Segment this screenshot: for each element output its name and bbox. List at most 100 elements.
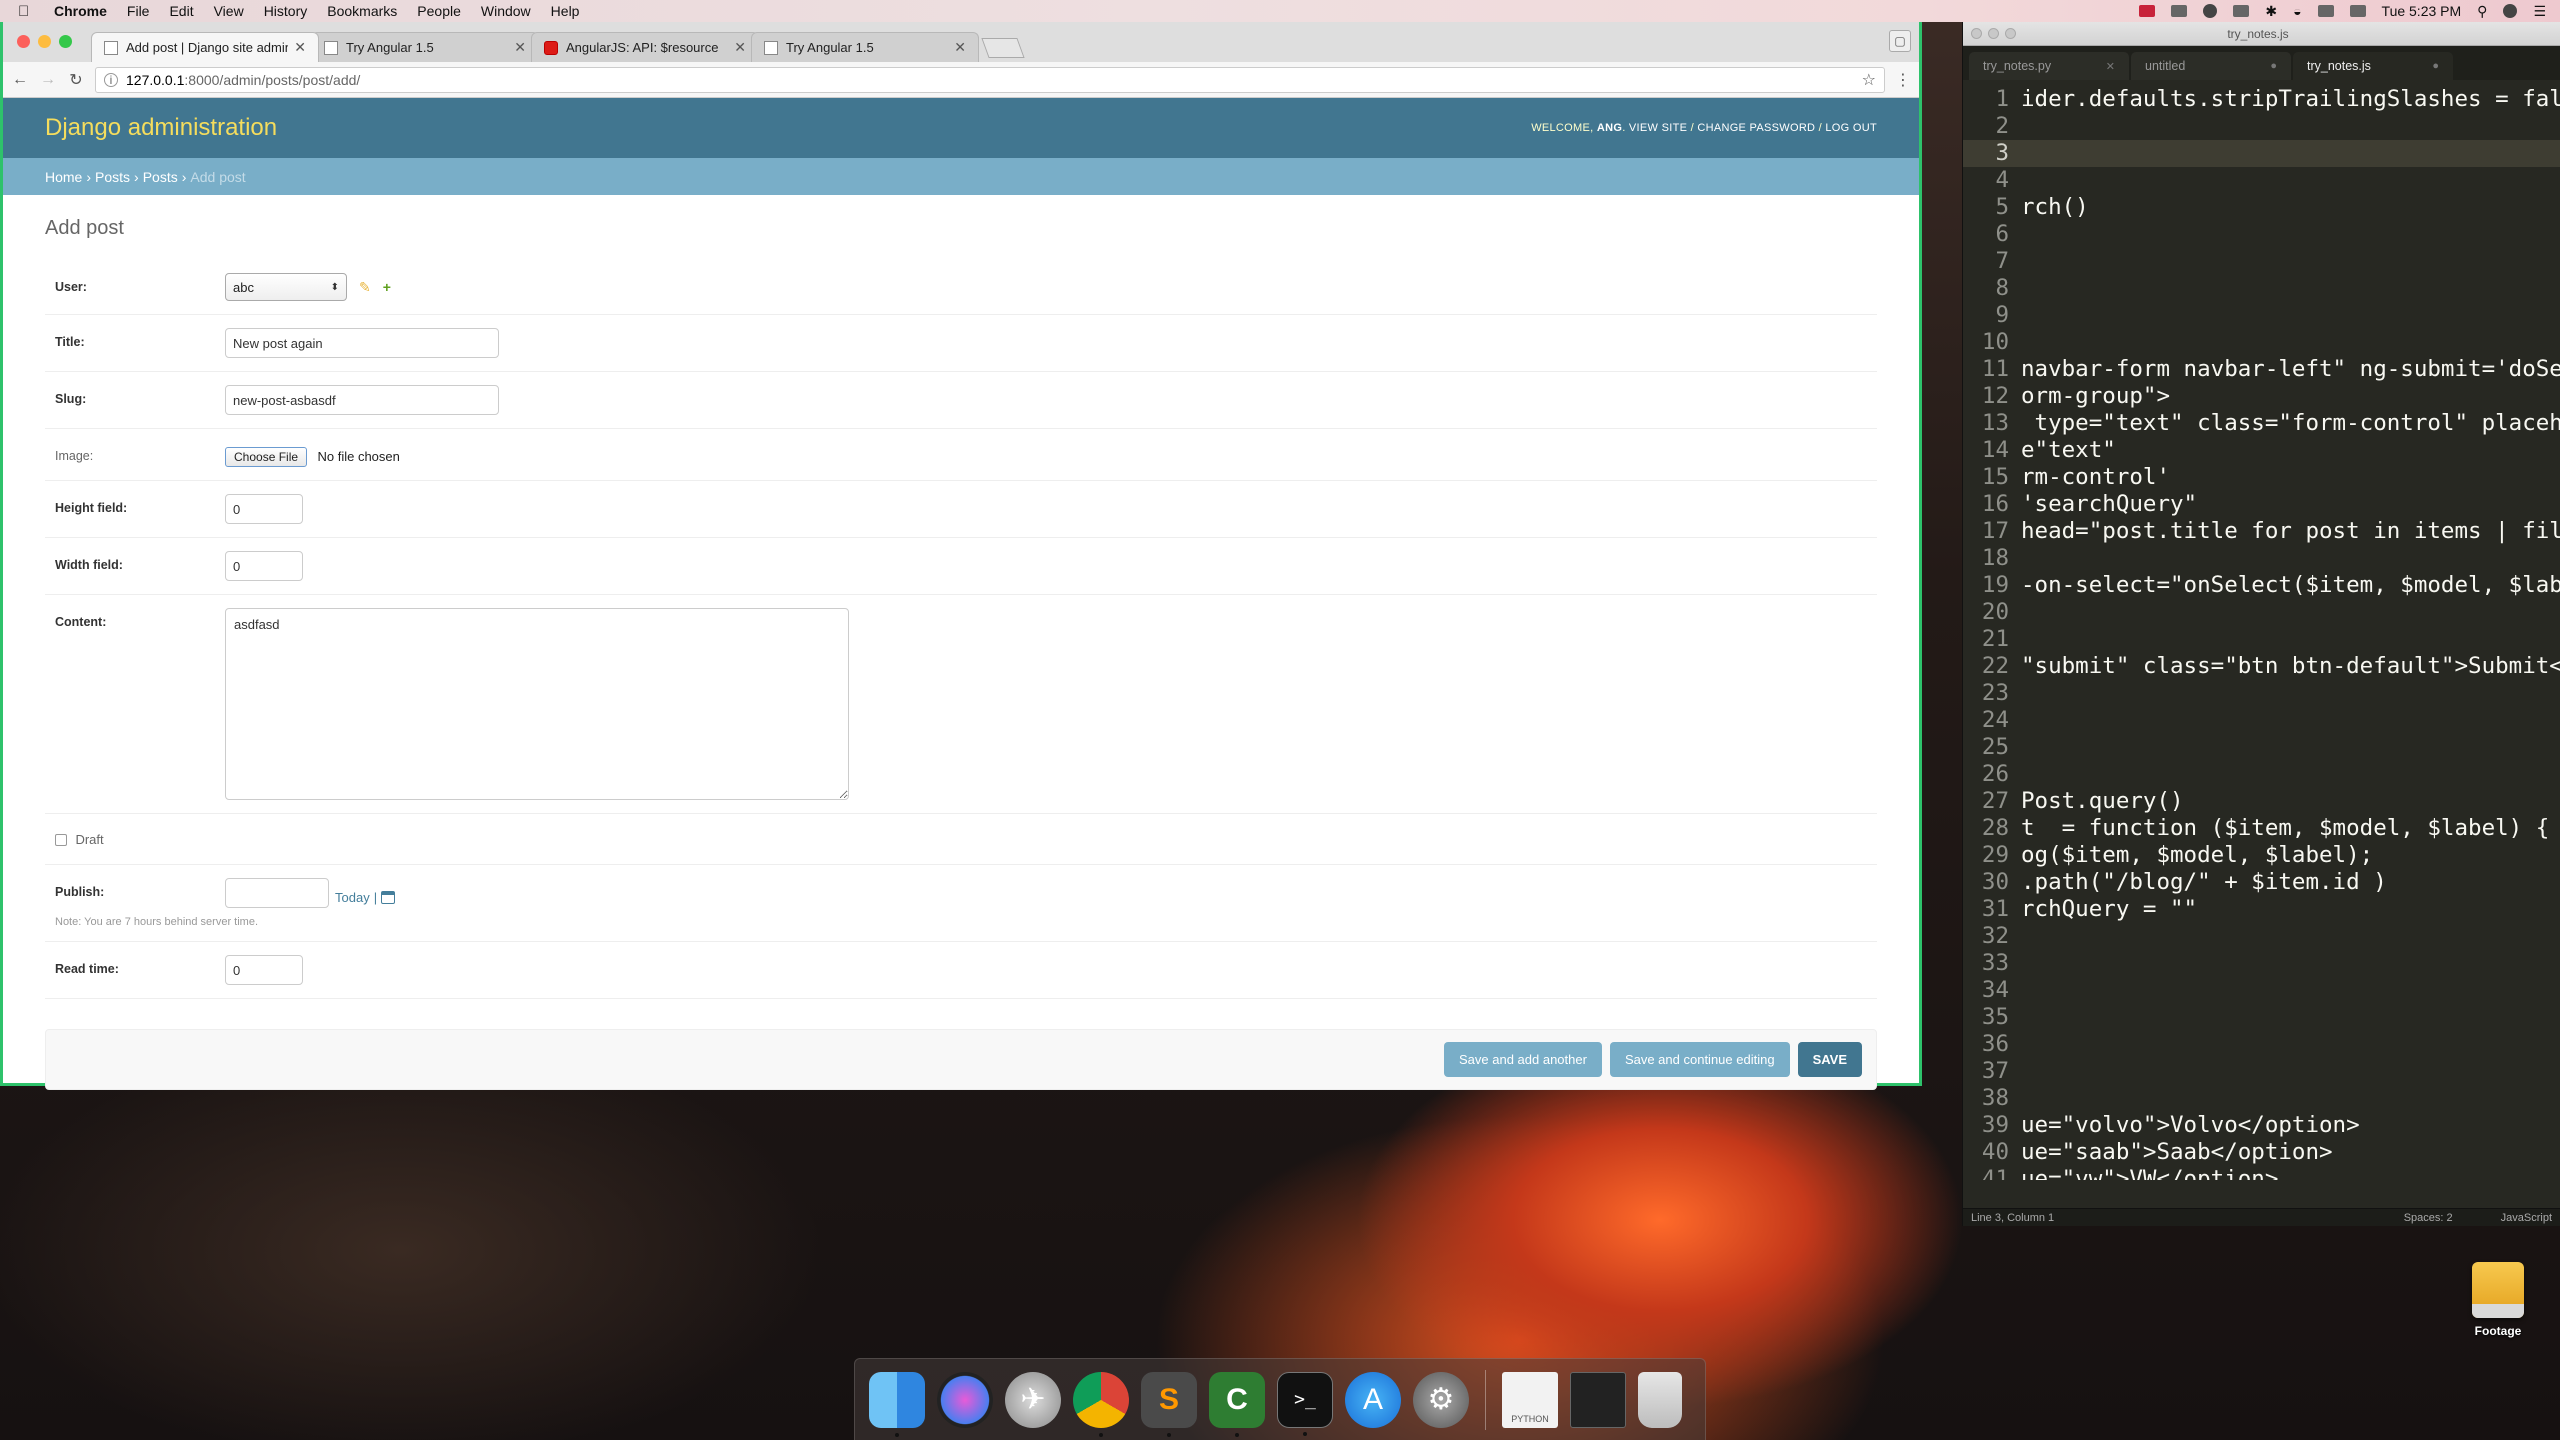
- chrome-menu-icon[interactable]: ⋮: [1895, 70, 1911, 90]
- publish-date-input[interactable]: [225, 878, 329, 908]
- code-line[interactable]: 40 ue="saab">Saab</option>: [1963, 1139, 2560, 1166]
- code-line[interactable]: 19 -on-select="onSelect($item, $model, $l…: [1963, 572, 2560, 599]
- height-field-input[interactable]: [225, 494, 303, 524]
- code-line[interactable]: 41 ue="vw">VW</option>: [1963, 1166, 2560, 1180]
- code-line[interactable]: 32: [1963, 923, 2560, 950]
- code-line[interactable]: 31 rchQuery = "": [1963, 896, 2560, 923]
- finder-icon[interactable]: [869, 1371, 925, 1437]
- wifi-icon[interactable]: ◒: [2293, 3, 2301, 19]
- draft-label[interactable]: Draft: [75, 832, 103, 847]
- browser-tab-try-angular[interactable]: Try Angular 1.5 ✕: [311, 32, 539, 62]
- code-line[interactable]: 37: [1963, 1058, 2560, 1085]
- view-site-link[interactable]: VIEW SITE: [1629, 122, 1687, 134]
- new-tab-button[interactable]: [981, 38, 1025, 58]
- calendar-icon[interactable]: [381, 890, 396, 904]
- breadcrumb-posts-model[interactable]: Posts: [143, 169, 178, 185]
- edit-related-pencil-icon[interactable]: ✎: [359, 279, 371, 296]
- editor-tab-try-notes-js[interactable]: try_notes.js ●: [2293, 52, 2453, 80]
- sync-icon[interactable]: [2171, 5, 2188, 17]
- menu-app-chrome[interactable]: Chrome: [54, 3, 107, 19]
- save-button[interactable]: SAVE: [1797, 1042, 1862, 1077]
- code-line[interactable]: 17 head="post.title for post in items | f…: [1963, 518, 2560, 545]
- add-related-plus-icon[interactable]: +: [383, 279, 391, 296]
- airplay-icon[interactable]: [2317, 5, 2334, 17]
- code-line[interactable]: 26: [1963, 761, 2560, 788]
- launchpad-icon[interactable]: ✈: [1005, 1371, 1061, 1428]
- save-and-add-another-button[interactable]: Save and add another: [1444, 1042, 1602, 1077]
- change-password-link[interactable]: CHANGE PASSWORD: [1697, 122, 1815, 134]
- code-line[interactable]: 24: [1963, 707, 2560, 734]
- unsaved-dot-icon[interactable]: ●: [2432, 60, 2439, 72]
- code-line[interactable]: 27 Post.query(): [1963, 788, 2560, 815]
- zoom-window-button[interactable]: [59, 35, 72, 48]
- today-link[interactable]: Today: [335, 890, 370, 905]
- code-line[interactable]: 12 orm-group">: [1963, 383, 2560, 410]
- close-tab-icon[interactable]: ✕: [2106, 60, 2115, 73]
- code-line[interactable]: 20: [1963, 599, 2560, 626]
- dropbox-icon[interactable]: [2233, 5, 2250, 17]
- code-line[interactable]: 13 type="text" class="form-control" plac…: [1963, 410, 2560, 437]
- menu-window[interactable]: Window: [481, 3, 531, 19]
- close-window-button[interactable]: [1971, 28, 1982, 39]
- menu-history[interactable]: History: [264, 3, 308, 19]
- sublime-text-icon[interactable]: S: [1141, 1371, 1197, 1437]
- cloud-icon[interactable]: [2203, 4, 2218, 18]
- read-time-input[interactable]: [225, 955, 303, 985]
- code-line[interactable]: 38: [1963, 1085, 2560, 1112]
- code-line[interactable]: 9: [1963, 302, 2560, 329]
- menu-file[interactable]: File: [127, 3, 150, 19]
- menu-help[interactable]: Help: [551, 3, 580, 19]
- code-line[interactable]: 4: [1963, 167, 2560, 194]
- user-select[interactable]: abc ⬍: [225, 273, 347, 301]
- minimize-window-button[interactable]: [1988, 28, 1999, 39]
- code-line[interactable]: 3: [1963, 140, 2560, 167]
- code-line[interactable]: 28 t = function ($item, $model, $label) {: [1963, 815, 2560, 842]
- draft-checkbox[interactable]: [55, 833, 67, 846]
- menu-bookmarks[interactable]: Bookmarks: [327, 3, 397, 19]
- trash-icon[interactable]: [1638, 1371, 1682, 1428]
- screen-recorder-icon[interactable]: [1570, 1371, 1626, 1428]
- editor-tab-untitled[interactable]: untitled ●: [2131, 52, 2291, 80]
- bluetooth-icon[interactable]: ✱: [2265, 3, 2277, 20]
- code-line[interactable]: 30 .path("/blog/" + $item.id ): [1963, 869, 2560, 896]
- close-tab-icon[interactable]: ✕: [294, 39, 306, 56]
- code-line[interactable]: 1 ider.defaults.stripTrailingSlashes = fa…: [1963, 86, 2560, 113]
- site-branding[interactable]: Django administration: [45, 114, 277, 142]
- code-line[interactable]: 39 ue="volvo">Volvo</option>: [1963, 1112, 2560, 1139]
- desktop-drive-footage[interactable]: Footage: [2468, 1262, 2528, 1338]
- siri-tray-icon[interactable]: [2503, 4, 2518, 18]
- breadcrumb-home[interactable]: Home: [45, 169, 82, 185]
- editor-tab-try-notes-py[interactable]: try_notes.py ✕: [1969, 52, 2129, 80]
- code-line[interactable]: 22 "submit" class="btn btn-default">Submi…: [1963, 653, 2560, 680]
- apple-menu-icon[interactable]: : [18, 3, 40, 20]
- content-textarea[interactable]: asdfasd: [225, 608, 849, 800]
- log-out-link[interactable]: LOG OUT: [1825, 122, 1877, 134]
- siri-icon[interactable]: [937, 1371, 993, 1428]
- address-bar[interactable]: i 127.0.0.1 :8000/admin/posts/post/add/ …: [95, 66, 1885, 93]
- back-arrow-icon[interactable]: ←: [11, 71, 29, 89]
- code-line[interactable]: 14 e"text": [1963, 437, 2560, 464]
- notification-center-icon[interactable]: ☰: [2533, 3, 2546, 20]
- system-preferences-icon[interactable]: ⚙: [1413, 1371, 1469, 1428]
- code-line[interactable]: 18: [1963, 545, 2560, 572]
- code-line[interactable]: 7: [1963, 248, 2560, 275]
- reload-icon[interactable]: ↻: [67, 70, 85, 90]
- width-field-input[interactable]: [225, 551, 303, 581]
- slug-input[interactable]: [225, 385, 499, 415]
- breadcrumb-posts-app[interactable]: Posts: [95, 169, 130, 185]
- close-window-button[interactable]: [17, 35, 30, 48]
- minimize-window-button[interactable]: [38, 35, 51, 48]
- unsaved-dot-icon[interactable]: ●: [2270, 60, 2277, 72]
- site-info-icon[interactable]: i: [104, 72, 118, 87]
- app-store-icon[interactable]: A: [1345, 1371, 1401, 1428]
- bookmark-star-icon[interactable]: ☆: [1862, 70, 1876, 90]
- close-tab-icon[interactable]: ✕: [514, 39, 526, 56]
- profile-icon[interactable]: ▢: [1889, 30, 1911, 52]
- code-line[interactable]: 16 'searchQuery": [1963, 491, 2560, 518]
- code-line[interactable]: 25: [1963, 734, 2560, 761]
- code-line[interactable]: 6: [1963, 221, 2560, 248]
- code-line[interactable]: 33: [1963, 950, 2560, 977]
- code-line[interactable]: 29 og($item, $model, $label);: [1963, 842, 2560, 869]
- code-line[interactable]: 21: [1963, 626, 2560, 653]
- code-line[interactable]: 36: [1963, 1031, 2560, 1058]
